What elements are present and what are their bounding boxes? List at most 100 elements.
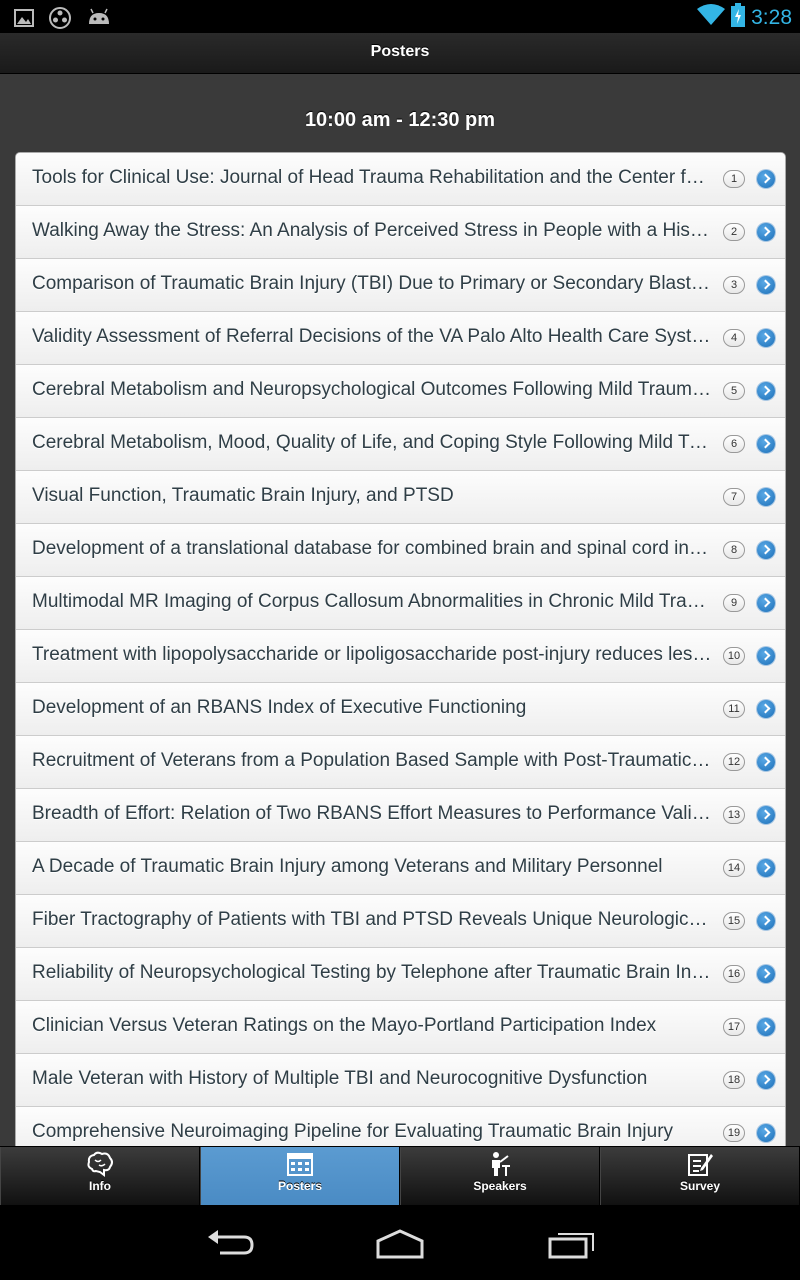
app-header: Posters bbox=[0, 33, 800, 74]
tab-label: Speakers bbox=[473, 1179, 527, 1193]
list-item[interactable]: Recruitment of Veterans from a Populatio… bbox=[16, 735, 785, 788]
poster-title: Clinician Versus Veteran Ratings on the … bbox=[32, 1015, 657, 1036]
home-icon[interactable] bbox=[375, 1229, 425, 1264]
list-item[interactable]: Validity Assessment of Referral Decision… bbox=[16, 311, 785, 364]
list-item[interactable]: Walking Away the Stress: An Analysis of … bbox=[16, 205, 785, 258]
poster-number-badge: 10 bbox=[723, 647, 745, 665]
system-nav-bar bbox=[0, 1205, 800, 1280]
chevron-right-icon bbox=[757, 647, 775, 665]
poster-number-badge: 12 bbox=[723, 753, 745, 771]
poster-list: Tools for Clinical Use: Journal of Head … bbox=[15, 152, 786, 1146]
brain-icon bbox=[86, 1151, 114, 1182]
chevron-right-icon bbox=[757, 594, 775, 612]
chevron-right-icon bbox=[757, 223, 775, 241]
tab-speakers[interactable]: Speakers bbox=[400, 1147, 600, 1205]
poster-title: Multimodal MR Imaging of Corpus Callosum… bbox=[32, 591, 712, 612]
poster-number-badge: 8 bbox=[723, 541, 745, 559]
poster-title: Treatment with lipopolysaccharide or lip… bbox=[32, 644, 712, 665]
list-item[interactable]: A Decade of Traumatic Brain Injury among… bbox=[16, 841, 785, 894]
poster-title: Development of a translational database … bbox=[32, 538, 712, 559]
chevron-right-icon bbox=[757, 912, 775, 930]
list-item[interactable]: Tools for Clinical Use: Journal of Head … bbox=[16, 153, 785, 205]
chevron-right-icon bbox=[757, 965, 775, 983]
chevron-right-icon bbox=[757, 382, 775, 400]
chevron-right-icon bbox=[757, 170, 775, 188]
poster-number-badge: 2 bbox=[723, 223, 745, 241]
status-bar: 3:28 bbox=[0, 0, 800, 33]
status-time: 3:28 bbox=[751, 5, 792, 29]
chevron-right-icon bbox=[757, 276, 775, 294]
poster-title: Reliability of Neuropsychological Testin… bbox=[32, 962, 712, 983]
tab-survey[interactable]: Survey bbox=[600, 1147, 800, 1205]
chevron-right-icon bbox=[757, 1071, 775, 1089]
list-item[interactable]: Cerebral Metabolism and Neuropsychologic… bbox=[16, 364, 785, 417]
poster-number-badge: 14 bbox=[723, 859, 745, 877]
poster-number-badge: 3 bbox=[723, 276, 745, 294]
poster-title: Cerebral Metabolism and Neuropsychologic… bbox=[32, 379, 712, 400]
session-time-heading: 10:00 am - 12:30 pm bbox=[304, 109, 496, 131]
list-item[interactable]: Development of an RBANS Index of Executi… bbox=[16, 682, 785, 735]
poster-title: Cerebral Metabolism, Mood, Quality of Li… bbox=[32, 432, 712, 453]
poster-number-badge: 18 bbox=[723, 1071, 745, 1089]
list-item[interactable]: Multimodal MR Imaging of Corpus Callosum… bbox=[16, 576, 785, 629]
list-item[interactable]: Clinician Versus Veteran Ratings on the … bbox=[16, 1000, 785, 1053]
chevron-right-icon bbox=[757, 488, 775, 506]
chevron-right-icon bbox=[757, 541, 775, 559]
poster-number-badge: 9 bbox=[723, 594, 745, 612]
poster-number-badge: 13 bbox=[723, 806, 745, 824]
chevron-right-icon bbox=[757, 859, 775, 877]
chevron-right-icon bbox=[757, 700, 775, 718]
poster-title: A Decade of Traumatic Brain Injury among… bbox=[32, 856, 663, 877]
list-item[interactable]: Cerebral Metabolism, Mood, Quality of Li… bbox=[16, 417, 785, 470]
chevron-right-icon bbox=[757, 753, 775, 771]
list-item[interactable]: Reliability of Neuropsychological Testin… bbox=[16, 947, 785, 1000]
tab-label: Posters bbox=[277, 1179, 323, 1193]
android-icon bbox=[86, 8, 112, 33]
poster-title: Validity Assessment of Referral Decision… bbox=[32, 326, 712, 347]
list-item[interactable]: Breadth of Effort: Relation of Two RBANS… bbox=[16, 788, 785, 841]
poster-title: Breadth of Effort: Relation of Two RBANS… bbox=[32, 803, 712, 824]
poster-number-badge: 7 bbox=[723, 488, 745, 506]
tab-bar: Info Posters Speakers Survey bbox=[0, 1146, 800, 1205]
image-icon bbox=[14, 8, 34, 33]
poster-title: Visual Function, Traumatic Brain Injury,… bbox=[32, 485, 454, 506]
poster-title: Comprehensive Neuroimaging Pipeline for … bbox=[32, 1121, 674, 1142]
poster-number-badge: 15 bbox=[723, 912, 745, 930]
poster-title: Development of an RBANS Index of Executi… bbox=[32, 697, 527, 718]
tab-label: Info bbox=[89, 1179, 111, 1193]
poster-number-badge: 11 bbox=[723, 700, 745, 718]
poster-title: Walking Away the Stress: An Analysis of … bbox=[32, 220, 712, 241]
survey-icon bbox=[686, 1151, 714, 1182]
back-icon[interactable] bbox=[206, 1229, 254, 1264]
chevron-right-icon bbox=[757, 435, 775, 453]
tab-label: Survey bbox=[679, 1179, 721, 1193]
poster-title: Fiber Tractography of Patients with TBI … bbox=[32, 909, 712, 930]
poster-title: Male Veteran with History of Multiple TB… bbox=[32, 1068, 648, 1089]
speaker-icon bbox=[486, 1151, 514, 1182]
poster-number-badge: 17 bbox=[723, 1018, 745, 1036]
list-item[interactable]: Male Veteran with History of Multiple TB… bbox=[16, 1053, 785, 1106]
poster-title: Tools for Clinical Use: Journal of Head … bbox=[32, 167, 712, 188]
media-icon bbox=[48, 6, 72, 35]
chevron-right-icon bbox=[757, 329, 775, 347]
tab-info[interactable]: Info bbox=[0, 1147, 200, 1205]
poster-number-badge: 1 bbox=[723, 170, 745, 188]
list-item[interactable]: Development of a translational database … bbox=[16, 523, 785, 576]
poster-title: Recruitment of Veterans from a Populatio… bbox=[32, 750, 712, 771]
poster-number-badge: 5 bbox=[723, 382, 745, 400]
poster-number-badge: 4 bbox=[723, 329, 745, 347]
chevron-right-icon bbox=[757, 1124, 775, 1142]
poster-number-badge: 6 bbox=[723, 435, 745, 453]
list-item[interactable]: Treatment with lipopolysaccharide or lip… bbox=[16, 629, 785, 682]
list-item[interactable]: Visual Function, Traumatic Brain Injury,… bbox=[16, 470, 785, 523]
tab-posters[interactable]: Posters bbox=[200, 1147, 400, 1205]
wifi-icon bbox=[697, 4, 726, 31]
list-item[interactable]: Comprehensive Neuroimaging Pipeline for … bbox=[16, 1106, 785, 1146]
list-item[interactable]: Comparison of Traumatic Brain Injury (TB… bbox=[16, 258, 785, 311]
battery-charging-icon bbox=[731, 3, 746, 32]
recent-apps-icon[interactable] bbox=[548, 1229, 596, 1264]
poster-number-badge: 19 bbox=[723, 1124, 745, 1142]
list-item[interactable]: Fiber Tractography of Patients with TBI … bbox=[16, 894, 785, 947]
main-content[interactable]: 10:00 am - 12:30 pm Tools for Clinical U… bbox=[0, 74, 800, 1146]
chevron-right-icon bbox=[757, 1018, 775, 1036]
